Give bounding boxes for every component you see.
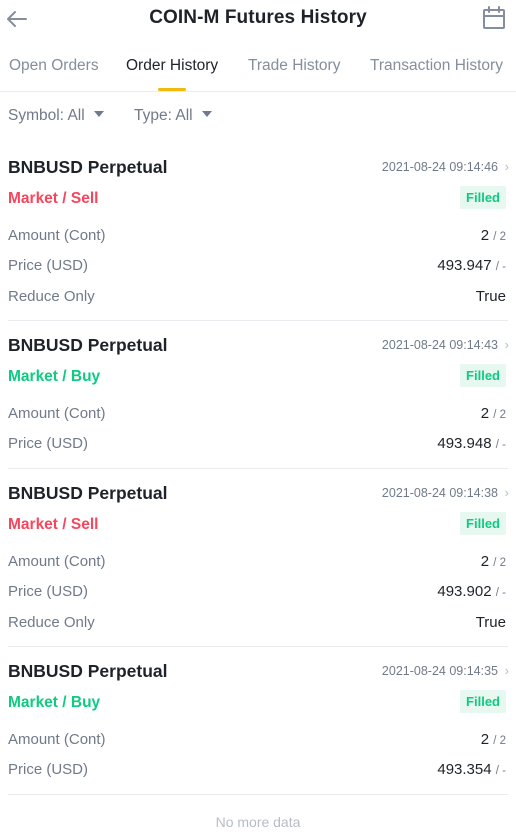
tab-order-history[interactable]: Order History bbox=[126, 57, 218, 75]
reduce-only-value: True bbox=[475, 614, 506, 631]
no-more-data-text: No more data bbox=[215, 814, 301, 830]
caret-down-icon bbox=[93, 111, 104, 117]
order-time: 2021-08-24 09:14:38 bbox=[381, 486, 498, 500]
price-value: 493.948 / - bbox=[437, 435, 506, 452]
amount-value: 2 / 2 bbox=[481, 553, 506, 570]
order-time: 2021-08-24 09:14:35 bbox=[381, 664, 498, 678]
symbol-filter[interactable]: Symbol: All bbox=[8, 107, 104, 125]
caret-down-icon bbox=[201, 111, 212, 117]
chevron-right-icon: › bbox=[504, 485, 509, 500]
price-value: 493.354 / - bbox=[437, 761, 506, 778]
status-badge: Filled bbox=[460, 512, 506, 535]
order-symbol: BNBUSD Perpetual bbox=[8, 335, 168, 355]
top-bar: COIN-M Futures History bbox=[0, 0, 516, 40]
calendar-icon bbox=[483, 6, 505, 29]
order-side: Market / Buy bbox=[8, 694, 101, 711]
amount-label: Amount (Cont) bbox=[8, 553, 106, 570]
amount-filled: 2 bbox=[480, 227, 490, 244]
reduce-only-label: Reduce Only bbox=[8, 614, 95, 631]
amount-total: / 2 bbox=[493, 409, 506, 421]
amount-label: Amount (Cont) bbox=[8, 731, 106, 748]
price-order: / - bbox=[495, 765, 506, 777]
amount-value: 2 / 2 bbox=[481, 405, 506, 422]
status-badge: Filled bbox=[460, 186, 506, 209]
price-avg: 493.948 bbox=[437, 435, 492, 452]
type-filter-label: Type: All bbox=[134, 107, 193, 124]
history-tabs: Open Orders Order History Trade History … bbox=[0, 50, 516, 92]
chevron-right-icon: › bbox=[504, 337, 509, 352]
divider bbox=[8, 794, 508, 795]
order-side: Market / Sell bbox=[8, 516, 99, 533]
order-side: Market / Sell bbox=[8, 190, 99, 207]
order-time: 2021-08-24 09:14:46 bbox=[381, 160, 498, 174]
order-side: Market / Buy bbox=[8, 368, 101, 385]
status-badge: Filled bbox=[460, 690, 506, 713]
amount-filled: 2 bbox=[480, 405, 490, 422]
reduce-only-label: Reduce Only bbox=[8, 288, 95, 305]
price-label: Price (USD) bbox=[8, 257, 89, 274]
tab-transaction-history[interactable]: Transaction History bbox=[370, 57, 503, 75]
order-symbol: BNBUSD Perpetual bbox=[8, 157, 168, 177]
amount-value: 2 / 2 bbox=[481, 227, 506, 244]
order-card[interactable]: BNBUSD Perpetual 2021-08-24 09:14:43 › M… bbox=[0, 335, 516, 469]
price-avg: 493.947 bbox=[437, 257, 492, 274]
price-label: Price (USD) bbox=[8, 583, 89, 600]
price-label: Price (USD) bbox=[8, 761, 89, 778]
calendar-button[interactable] bbox=[482, 6, 506, 30]
order-card[interactable]: BNBUSD Perpetual 2021-08-24 09:14:46 › M… bbox=[0, 157, 516, 321]
amount-total: / 2 bbox=[493, 735, 506, 747]
amount-filled: 2 bbox=[480, 731, 490, 748]
divider bbox=[8, 320, 508, 321]
amount-filled: 2 bbox=[480, 553, 490, 570]
price-label: Price (USD) bbox=[8, 435, 89, 452]
divider bbox=[8, 468, 508, 469]
status-badge: Filled bbox=[460, 364, 506, 387]
active-tab-indicator bbox=[158, 88, 186, 91]
tab-trade-history[interactable]: Trade History bbox=[248, 57, 340, 75]
price-order: / - bbox=[495, 587, 506, 599]
page-title: COIN-M Futures History bbox=[149, 7, 367, 28]
symbol-filter-label: Symbol: All bbox=[8, 107, 85, 124]
price-order: / - bbox=[495, 261, 506, 273]
chevron-right-icon: › bbox=[504, 159, 509, 174]
price-avg: 493.354 bbox=[437, 761, 492, 778]
order-symbol: BNBUSD Perpetual bbox=[8, 661, 168, 681]
order-card[interactable]: BNBUSD Perpetual 2021-08-24 09:14:38 › M… bbox=[0, 483, 516, 647]
type-filter[interactable]: Type: All bbox=[134, 107, 212, 125]
chevron-right-icon: › bbox=[504, 663, 509, 678]
amount-total: / 2 bbox=[493, 557, 506, 569]
divider bbox=[8, 646, 508, 647]
amount-label: Amount (Cont) bbox=[8, 405, 106, 422]
reduce-only-value: True bbox=[475, 288, 506, 305]
price-value: 493.947 / - bbox=[437, 257, 506, 274]
order-card[interactable]: BNBUSD Perpetual 2021-08-24 09:14:35 › M… bbox=[0, 661, 516, 795]
price-value: 493.902 / - bbox=[437, 583, 506, 600]
order-symbol: BNBUSD Perpetual bbox=[8, 483, 168, 503]
amount-total: / 2 bbox=[493, 231, 506, 243]
amount-label: Amount (Cont) bbox=[8, 227, 106, 244]
order-time: 2021-08-24 09:14:43 bbox=[381, 338, 498, 352]
price-order: / - bbox=[495, 439, 506, 451]
amount-value: 2 / 2 bbox=[481, 731, 506, 748]
price-avg: 493.902 bbox=[437, 583, 492, 600]
tab-open-orders[interactable]: Open Orders bbox=[9, 57, 99, 75]
